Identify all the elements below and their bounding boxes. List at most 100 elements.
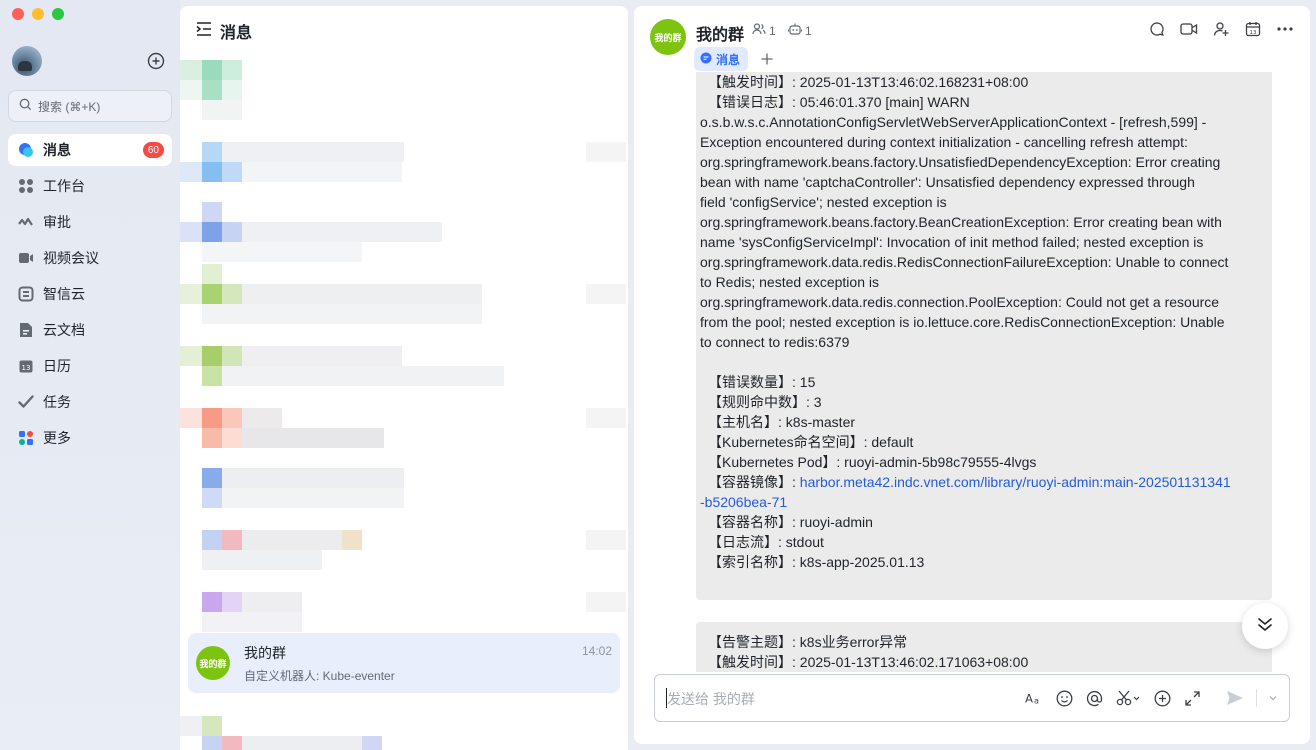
conversation-header: 我的群 我的群 1 1 13 消息 [634, 6, 1310, 72]
sidebar-item-cloud[interactable]: 智信云 [8, 278, 172, 310]
index-name: 【索引名称】: k8s-app-2025.01.13 [708, 554, 925, 570]
k8s-namespace: 【Kubernetes命名空间】: default [708, 434, 914, 450]
collapse-list-icon[interactable] [196, 21, 212, 41]
search-icon [19, 98, 32, 114]
video-call-icon[interactable] [1180, 20, 1198, 38]
error-log-line: field 'configService'; nested exception … [700, 194, 947, 210]
k8s-pod: 【Kubernetes Pod】: ruoyi-admin-5b98c79555… [708, 454, 1037, 470]
sidebar-item-label: 消息 [43, 142, 71, 158]
container-image-link[interactable]: harbor.meta42.indc.vnet.com/library/ruoy… [800, 474, 1231, 490]
minimize-window-button[interactable] [32, 8, 44, 20]
chat-list-header: 消息 [180, 6, 628, 56]
add-tab-icon[interactable] [758, 50, 776, 68]
members-icon [752, 23, 766, 38]
sidebar-item-messages[interactable]: 消息 60 [8, 134, 172, 166]
hostname: 【主机名】: k8s-master [708, 414, 856, 430]
group-avatar[interactable]: 我的群 [650, 19, 686, 55]
tab-messages[interactable]: 消息 [694, 47, 749, 71]
alert-message-card: 【告警主题】: k8s业务error异常 【触发时间】: 2025-01-13T… [696, 622, 1272, 672]
scroll-to-bottom-button[interactable] [1242, 603, 1288, 649]
message-history[interactable]: 【触发时间】: 2025-01-13T13:46:02.168231+08:00… [634, 72, 1310, 672]
grid-icon [18, 178, 34, 194]
group-avatar: 我的群 [196, 646, 230, 680]
toolbar-divider [1256, 689, 1257, 707]
message-composer[interactable]: 发送给 我的群 Aa [654, 674, 1290, 722]
sidebar-item-tasks[interactable]: 任务 [8, 386, 172, 418]
chat-list-item-selected[interactable]: 我的群 我的群 14:02 自定义机器人: Kube-eventer [188, 633, 620, 693]
unread-badge: 60 [142, 142, 164, 158]
svg-text:13: 13 [22, 364, 31, 372]
sidebar-item-label: 工作台 [43, 178, 85, 194]
sidebar-item-label: 任务 [43, 394, 71, 410]
member-count-value: 1 [769, 23, 776, 38]
error-log-line: o.s.b.w.s.c.AnnotationConfigServletWebSe… [700, 114, 1207, 130]
chat-time: 14:02 [581, 644, 612, 658]
user-avatar[interactable] [12, 46, 42, 76]
screenshot-scissors-icon[interactable] [1115, 689, 1141, 707]
error-log-line: Exception encountered during context ini… [700, 134, 1188, 150]
zoom-window-button[interactable] [52, 8, 64, 20]
member-count[interactable]: 1 [752, 23, 776, 38]
cloud-icon [18, 286, 34, 302]
error-count: 【错误数量】: 15 [708, 374, 816, 390]
sidebar-item-label: 视频会议 [43, 250, 99, 266]
chat-calendar-icon[interactable]: 13 [1244, 20, 1262, 38]
sidebar-item-approval[interactable]: 审批 [8, 206, 172, 238]
sidebar-item-cloud-docs[interactable]: 云文档 [8, 314, 172, 346]
expand-editor-icon[interactable] [1183, 689, 1201, 707]
error-log-head: 【错误日志】: 05:46:01.370 [main] WARN [708, 94, 970, 110]
chat-list-panel: 消息 我的群 我的群 14:02 自定义机器人: Kube-eventer [180, 6, 628, 750]
sidebar-item-calendar[interactable]: 13 日历 [8, 350, 172, 382]
sidebar-item-video-meeting[interactable]: 视频会议 [8, 242, 172, 274]
trigger-time: 【触发时间】: 2025-01-13T13:46:02.171063+08:00 [708, 654, 1029, 670]
composer-placeholder: 发送给 我的群 [667, 691, 755, 707]
search-placeholder: 搜索 (⌘+K) [38, 99, 101, 114]
alert-subject: 【告警主题】: k8s业务error异常 [708, 634, 908, 650]
error-log-line: bean with name 'captchaController': Unsa… [700, 174, 1195, 190]
container-image-label: 【容器镜像】: [708, 474, 800, 490]
trigger-time: 【触发时间】: 2025-01-13T13:46:02.168231+08:00 [708, 74, 1029, 90]
more-options-icon[interactable] [1276, 20, 1294, 38]
container-image: 【容器镜像】: harbor.meta42.indc.vnet.com/libr… [708, 472, 1262, 492]
more-apps-icon [18, 430, 34, 446]
sidebar-item-label: 日历 [43, 358, 71, 374]
error-log-line: org.springframework.data.redis.connectio… [700, 294, 1220, 310]
mention-icon[interactable] [1085, 689, 1103, 707]
text-format-icon[interactable]: Aa [1025, 689, 1043, 707]
add-attachment-icon[interactable] [1153, 689, 1171, 707]
error-log-line: to connect to redis:6379 [700, 334, 850, 350]
toolbar-divider [1213, 689, 1214, 707]
window-controls [12, 8, 64, 20]
add-member-icon[interactable] [1212, 20, 1230, 38]
alert-message-card: 【触发时间】: 2025-01-13T13:46:02.168231+08:00… [696, 72, 1272, 600]
send-icon[interactable] [1226, 689, 1244, 707]
log-stream: 【日志流】: stdout [708, 534, 824, 550]
bot-count[interactable]: 1 [787, 23, 812, 38]
sidebar-item-label: 云文档 [43, 322, 85, 338]
task-check-icon [18, 394, 34, 410]
sidebar-item-label: 更多 [43, 430, 71, 446]
composer-toolbar: Aa [1025, 689, 1277, 707]
sidebar-item-workbench[interactable]: 工作台 [8, 170, 172, 202]
container-image-cont: -b5206bea-71 [700, 492, 1262, 512]
search-chat-icon[interactable] [1148, 20, 1166, 38]
conversation-pane: 我的群 我的群 1 1 13 消息 【触发时间】: 2025-01-13T13:… [634, 6, 1310, 744]
emoji-icon[interactable] [1055, 689, 1073, 707]
svg-text:a: a [1034, 695, 1039, 705]
conversation-title[interactable]: 我的群 [696, 21, 744, 45]
double-chevron-down-icon [1256, 615, 1274, 638]
container-name: 【容器名称】: ruoyi-admin [708, 514, 873, 530]
left-navigation: 搜索 (⌘+K) 消息 60 工作台 审批 视频会议 智信云 云文档 13 日历… [0, 0, 180, 750]
sidebar-item-label: 智信云 [43, 286, 85, 302]
send-options-chevron-icon[interactable] [1269, 689, 1277, 707]
video-icon [18, 250, 34, 266]
message-tab-icon [700, 52, 712, 67]
bot-count-value: 1 [805, 23, 812, 38]
container-image-link-cont[interactable]: -b5206bea-71 [700, 494, 787, 510]
close-window-button[interactable] [12, 8, 24, 20]
add-circle-icon[interactable] [146, 51, 166, 71]
error-log-line: org.springframework.data.redis.RedisConn… [700, 254, 1229, 270]
search-box[interactable]: 搜索 (⌘+K) [8, 90, 172, 122]
tab-label: 消息 [716, 52, 741, 67]
sidebar-item-more[interactable]: 更多 [8, 422, 172, 454]
